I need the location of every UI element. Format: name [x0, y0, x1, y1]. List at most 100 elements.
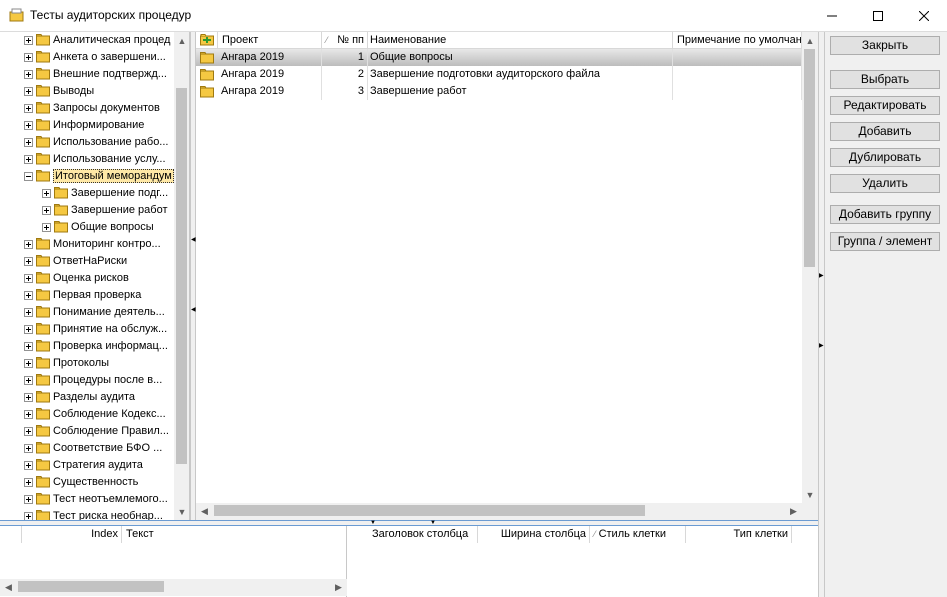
delete-button[interactable]: Удалить — [830, 174, 940, 193]
tree-item[interactable]: Оценка рисков — [0, 270, 175, 287]
column-header-column-width[interactable]: Ширина столбца — [478, 526, 590, 543]
scroll-thumb[interactable] — [18, 581, 164, 592]
cell-project[interactable]: Ангара 2019 — [218, 49, 322, 66]
cell-project[interactable]: Ангара 2019 — [218, 83, 322, 100]
cell-note[interactable] — [673, 83, 802, 100]
expand-icon[interactable] — [24, 274, 33, 283]
cell-number[interactable]: 3 — [322, 83, 368, 100]
tree-item[interactable]: Соблюдение Правил... — [0, 423, 175, 440]
tree-item[interactable]: Завершение работ — [0, 202, 175, 219]
expand-icon[interactable] — [24, 121, 33, 130]
tree-item[interactable]: Существенность — [0, 474, 175, 491]
tree-item[interactable]: Тест неотъемлемого... — [0, 491, 175, 508]
cell-note[interactable] — [673, 49, 802, 66]
expand-icon[interactable] — [24, 87, 33, 96]
column-header-note[interactable]: Примечание по умолчанию — [673, 32, 802, 49]
tree-item[interactable]: ОтветНаРиски — [0, 253, 175, 270]
tree-item[interactable]: Разделы аудита — [0, 389, 175, 406]
tree-item[interactable]: Первая проверка — [0, 287, 175, 304]
column-header-text[interactable]: Текст — [122, 526, 347, 543]
tree-item[interactable]: Анкета о завершени... — [0, 49, 175, 66]
expand-icon[interactable] — [42, 223, 51, 232]
expand-icon[interactable] — [24, 291, 33, 300]
expand-icon[interactable] — [24, 410, 33, 419]
tree-item[interactable]: Выводы — [0, 83, 175, 100]
tree-item[interactable]: Информирование — [0, 117, 175, 134]
expand-icon[interactable] — [24, 342, 33, 351]
grid-horizontal-scrollbar[interactable]: ◀ ▶ — [196, 503, 802, 520]
scroll-up-arrow-icon[interactable]: ▲ — [174, 32, 189, 49]
expand-icon[interactable] — [24, 104, 33, 113]
column-header-number[interactable]: ⁄ № пп — [322, 32, 368, 49]
expand-icon[interactable] — [42, 206, 51, 215]
tree-item[interactable]: Проверка информац... — [0, 338, 175, 355]
cell-project[interactable]: Ангара 2019 — [218, 66, 322, 83]
expand-icon[interactable] — [24, 478, 33, 487]
scroll-down-arrow-icon[interactable]: ▼ — [802, 486, 818, 503]
column-header-name[interactable]: Наименование — [368, 32, 673, 49]
table-row[interactable]: Ангара 2019 3 Завершение работ — [196, 83, 802, 100]
expand-icon[interactable] — [24, 53, 33, 62]
duplicate-button[interactable]: Дублировать — [830, 148, 940, 167]
tree-item[interactable]: Аналитическая процед — [0, 32, 175, 49]
tree-item[interactable]: Протоколы — [0, 355, 175, 372]
cell-number[interactable]: 1 — [322, 49, 368, 66]
expand-icon[interactable] — [24, 495, 33, 504]
table-row[interactable]: Ангара 2019 2 Завершение подготовки аудито… — [196, 66, 802, 83]
add-group-button[interactable]: Добавить группу — [830, 205, 940, 224]
scroll-thumb[interactable] — [804, 49, 815, 267]
expand-icon[interactable] — [24, 308, 33, 317]
add-button[interactable]: Добавить — [830, 122, 940, 141]
maximize-button[interactable] — [855, 0, 901, 31]
group-element-button[interactable]: Группа / элемент — [830, 232, 940, 251]
scroll-right-arrow-icon[interactable]: ▶ — [330, 579, 347, 596]
column-settings-grid[interactable]: Заголовок столбца Ширина столбца ⁄ Стиль… — [348, 526, 818, 597]
cell-number[interactable]: 2 — [322, 66, 368, 83]
scroll-right-arrow-icon[interactable]: ▶ — [785, 503, 802, 520]
minimize-button[interactable] — [809, 0, 855, 31]
tree-vertical-scrollbar[interactable]: ▲ ▼ — [174, 32, 189, 520]
expand-icon[interactable] — [24, 393, 33, 402]
tree-item[interactable]: Итоговый меморандум — [0, 168, 175, 185]
expand-icon[interactable] — [24, 257, 33, 266]
expand-icon[interactable] — [24, 138, 33, 147]
grid-vertical-scrollbar[interactable]: ▲ ▼ — [802, 32, 818, 503]
tree-item[interactable]: Процедуры после в... — [0, 372, 175, 389]
tree-item[interactable]: Завершение подг... — [0, 185, 175, 202]
tree-item[interactable]: Общие вопросы — [0, 219, 175, 236]
cell-name[interactable]: Общие вопросы — [368, 49, 673, 66]
tree-item[interactable]: Внешние подтвержд... — [0, 66, 175, 83]
edit-button[interactable]: Редактировать — [830, 96, 940, 115]
table-row[interactable]: Ангара 2019 1 Общие вопросы — [196, 49, 802, 66]
expand-icon[interactable] — [24, 444, 33, 453]
column-header-project[interactable]: Проект — [218, 32, 322, 49]
tree-item[interactable]: Соблюдение Кодекс... — [0, 406, 175, 423]
tree-item[interactable]: Стратегия аудита — [0, 457, 175, 474]
expand-icon[interactable] — [24, 240, 33, 249]
column-header-index[interactable]: Index — [22, 526, 122, 543]
expand-icon[interactable] — [42, 189, 51, 198]
cell-name[interactable]: Завершение работ — [368, 83, 673, 100]
expand-icon[interactable] — [24, 461, 33, 470]
expand-icon[interactable] — [24, 70, 33, 79]
column-header-cell-type[interactable]: Тип клетки — [686, 526, 792, 543]
cell-note[interactable] — [673, 66, 802, 83]
procedures-grid[interactable]: Проект ⁄ № пп Наименование Примечание по… — [196, 32, 818, 520]
tree-item[interactable]: Использование услу... — [0, 151, 175, 168]
index-text-grid[interactable]: Index Текст ◀ ▶ — [0, 526, 347, 597]
expand-icon[interactable] — [24, 155, 33, 164]
close-button[interactable]: Закрыть — [830, 36, 940, 55]
scroll-thumb[interactable] — [214, 505, 645, 516]
select-button[interactable]: Выбрать — [830, 70, 940, 89]
bottom-left-horizontal-scrollbar[interactable]: ◀ ▶ — [0, 579, 347, 596]
expand-icon[interactable] — [24, 512, 33, 520]
tree-item[interactable]: Тест риска необнар... — [0, 508, 175, 520]
scroll-thumb[interactable] — [176, 88, 187, 464]
column-header-cell-style[interactable]: ⁄ Стиль клетки — [590, 526, 686, 543]
tree-item[interactable]: Запросы документов — [0, 100, 175, 117]
collapse-icon[interactable] — [24, 172, 33, 181]
cell-name[interactable]: Завершение подготовки аудиторского файла — [368, 66, 673, 83]
tree-item[interactable]: Принятие на обслуж... — [0, 321, 175, 338]
scroll-up-arrow-icon[interactable]: ▲ — [802, 32, 818, 49]
expand-icon[interactable] — [24, 427, 33, 436]
